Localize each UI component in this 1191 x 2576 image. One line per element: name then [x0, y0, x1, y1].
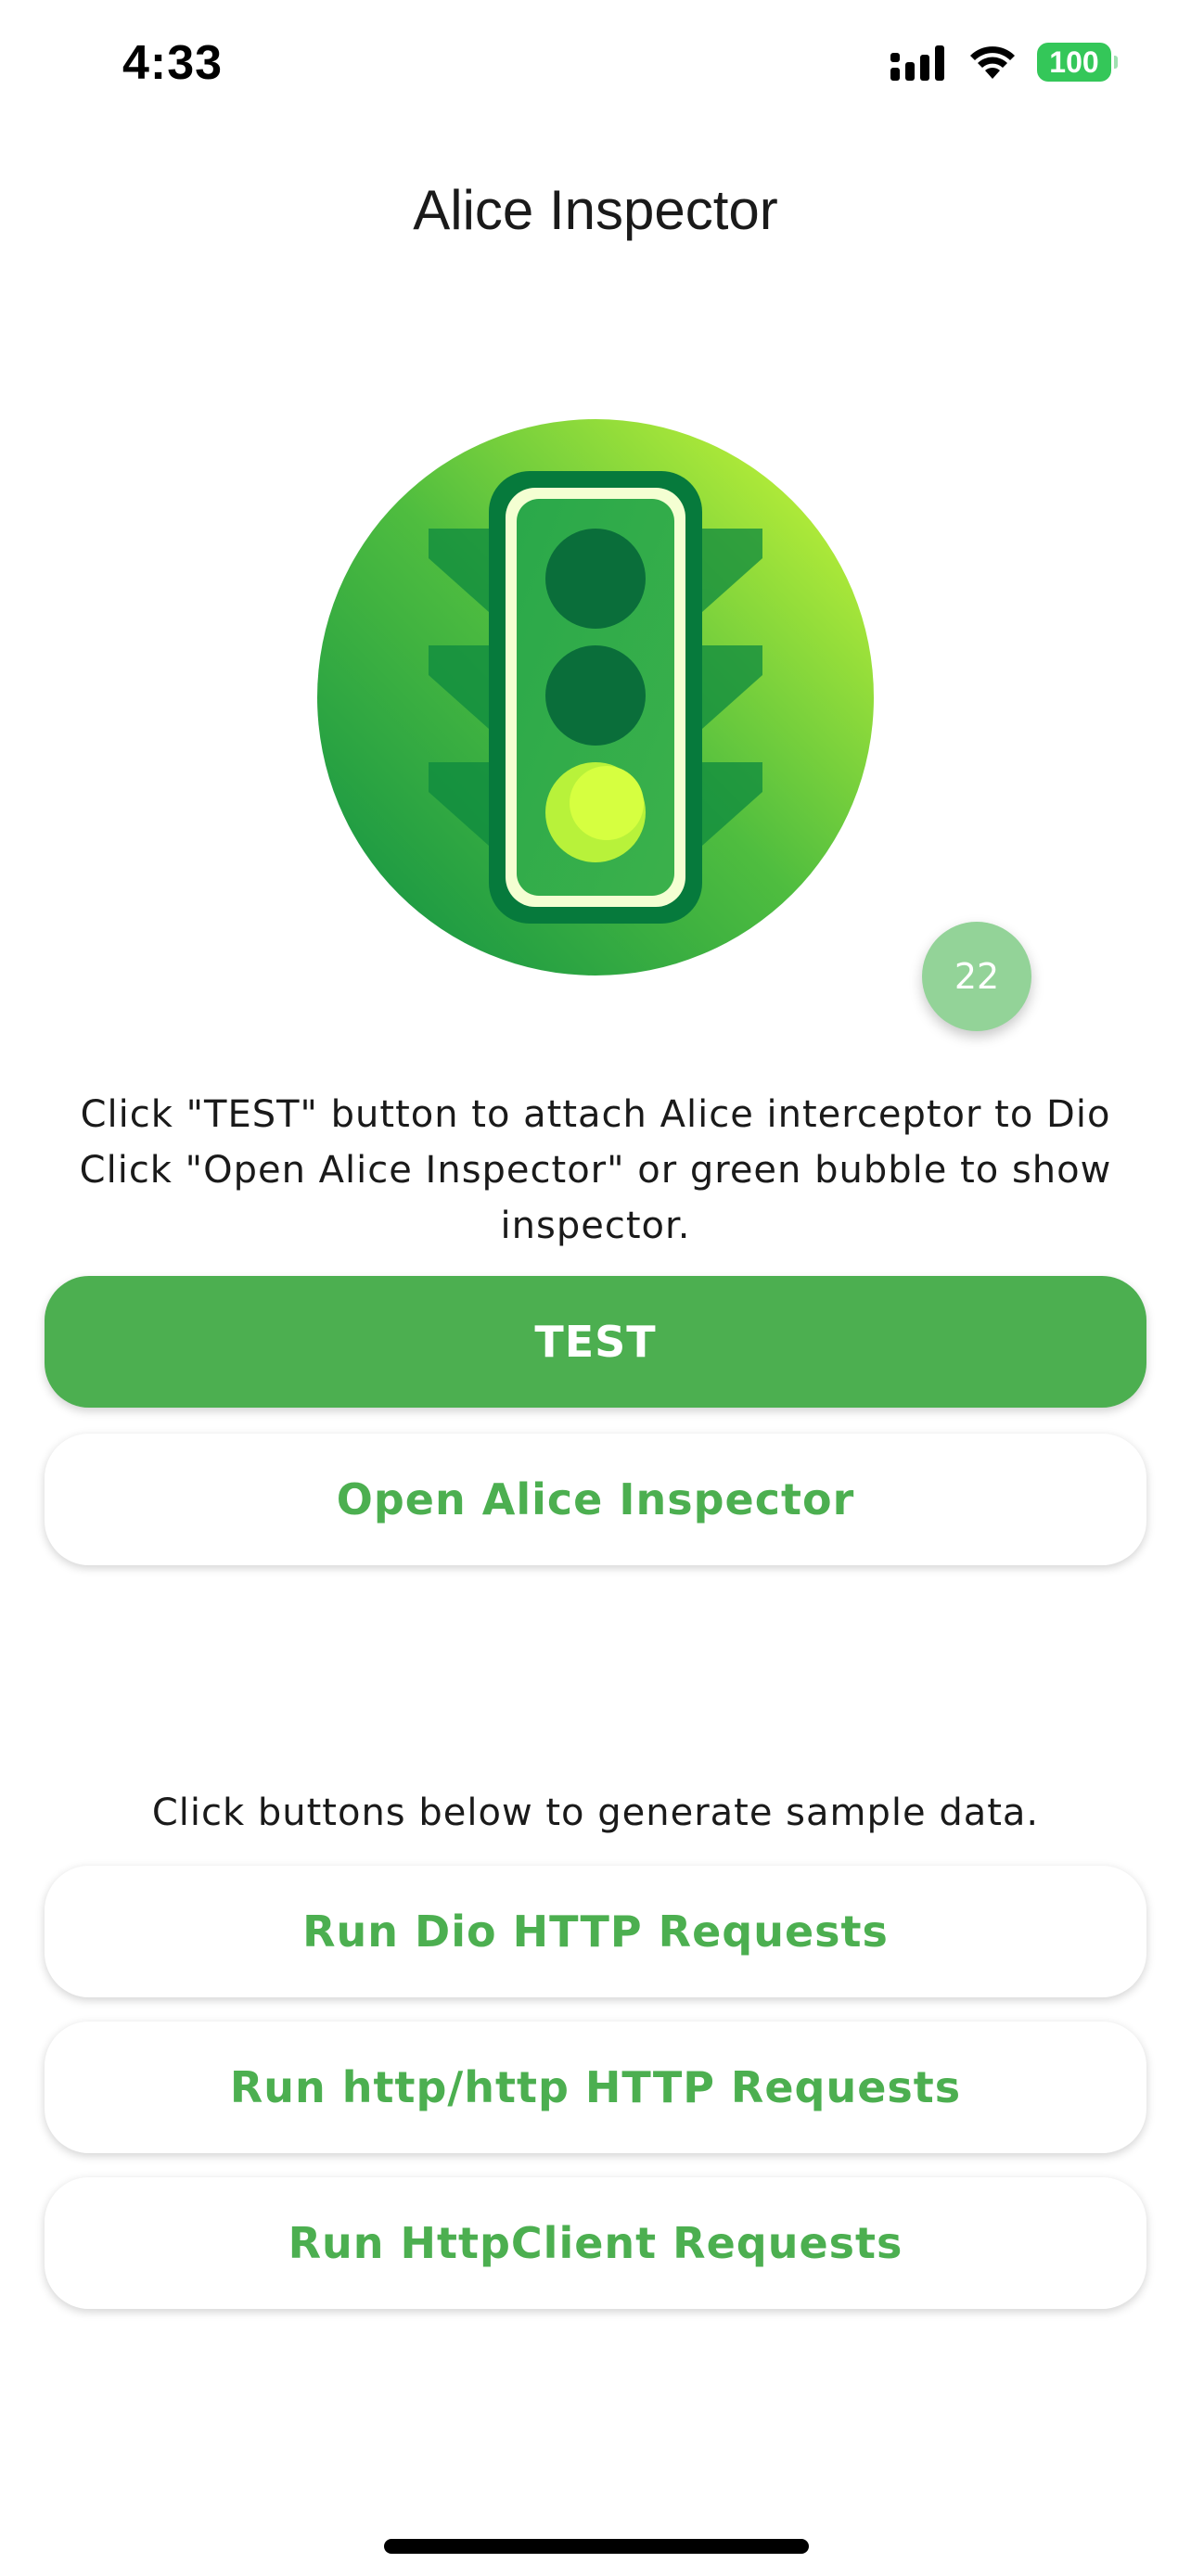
page-title: Alice Inspector: [413, 179, 778, 241]
status-icons: 100: [890, 43, 1118, 82]
test-button[interactable]: TEST: [45, 1276, 1146, 1408]
sample-data-caption: Click buttons below to generate sample d…: [151, 1792, 1040, 1834]
home-indicator[interactable]: [384, 2539, 809, 2554]
instructions-line: inspector.: [500, 1205, 691, 1247]
inspector-bubble[interactable]: 22: [922, 922, 1031, 1031]
run-dio-requests-button[interactable]: Run Dio HTTP Requests: [45, 1866, 1146, 1997]
cellular-signal-icon: [890, 45, 944, 81]
instructions-line: Click "Open Alice Inspector" or green bu…: [79, 1149, 1112, 1192]
battery-icon: 100: [1037, 43, 1118, 82]
wifi-icon: [970, 46, 1015, 79]
instructions-line: Click "TEST" button to attach Alice inte…: [80, 1093, 1111, 1136]
traffic-light-icon: [317, 419, 874, 976]
run-http-requests-button[interactable]: Run http/http HTTP Requests: [45, 2021, 1146, 2153]
status-time: 4:33: [122, 36, 224, 90]
app-screen: 4:33 100 Alice Inspector 22 Click "TEST"…: [0, 0, 1191, 2576]
open-inspector-button[interactable]: Open Alice Inspector: [45, 1434, 1146, 1565]
instructions-text: Click "TEST" button to attach Alice inte…: [56, 1087, 1135, 1254]
run-httpclient-requests-button[interactable]: Run HttpClient Requests: [45, 2177, 1146, 2309]
